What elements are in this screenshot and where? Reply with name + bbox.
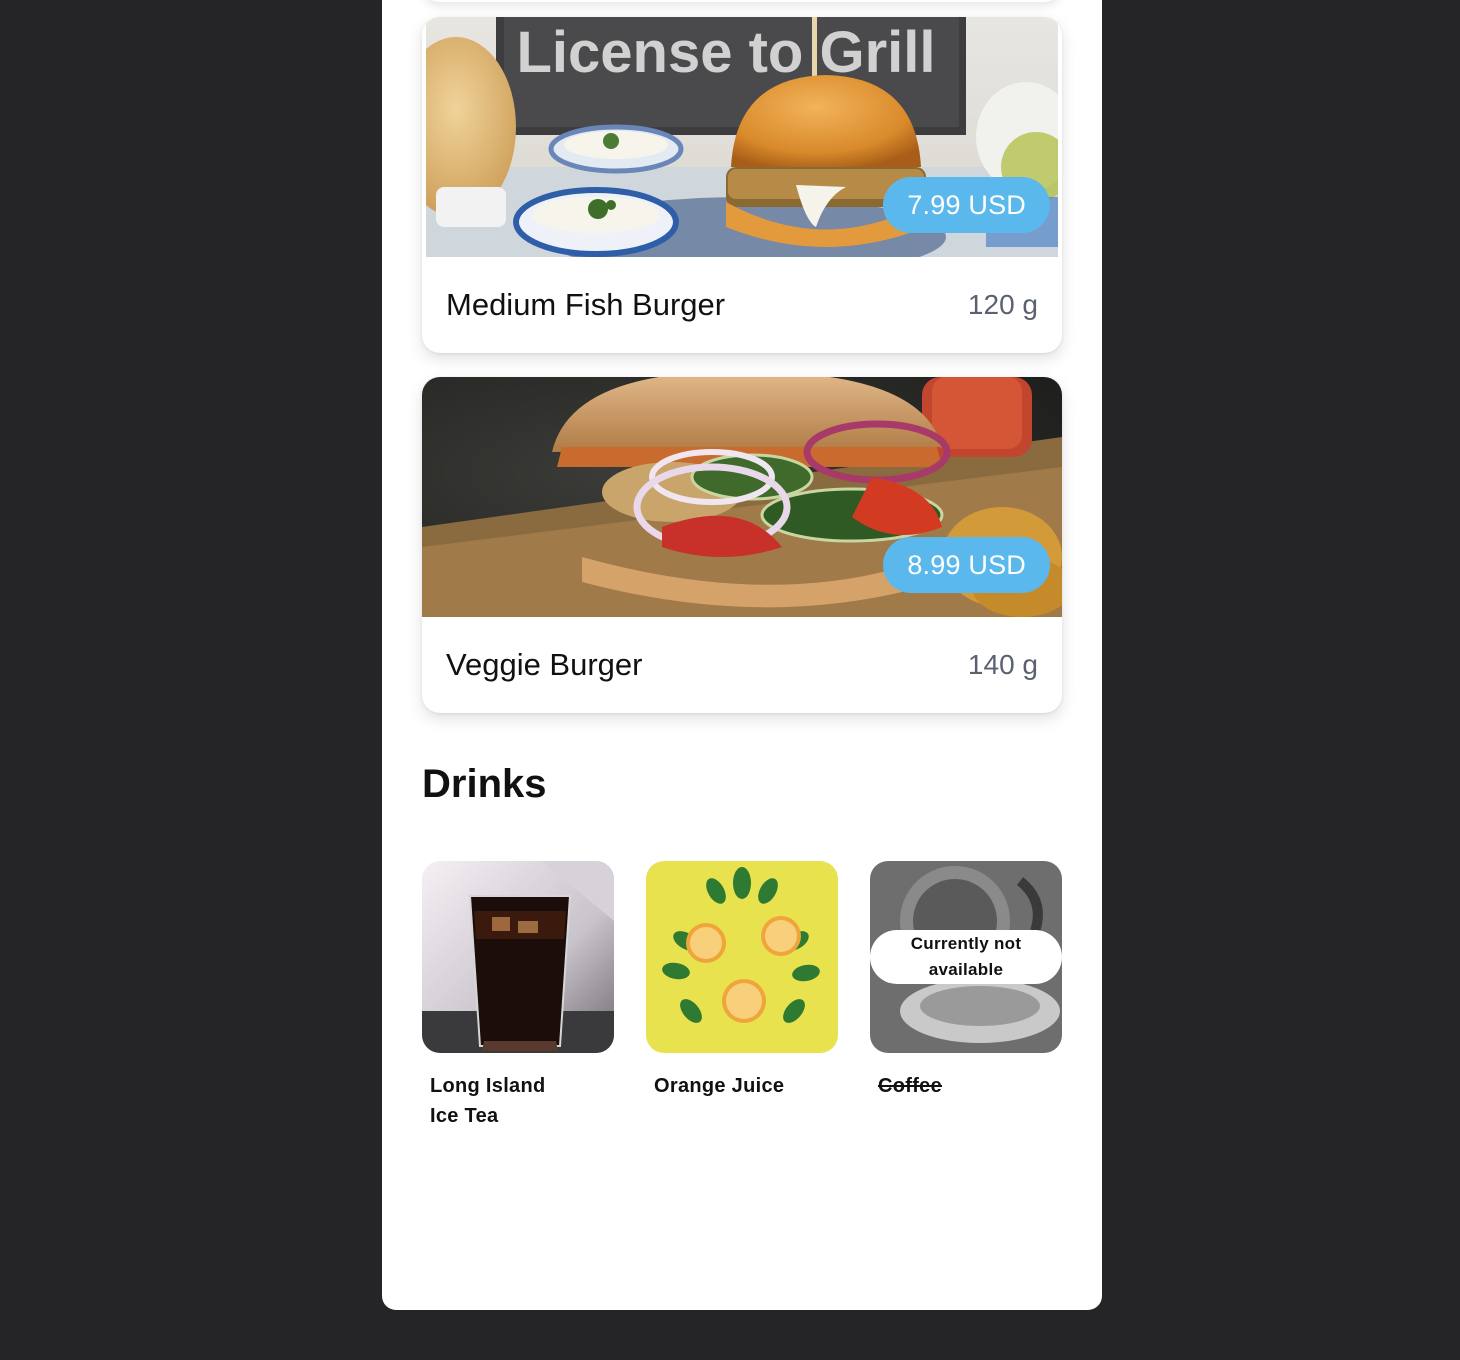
grill-sign-text: License to Grill [517, 20, 936, 85]
menu-item-weight: 140 g [967, 649, 1038, 680]
previous-card-edge [422, 0, 1062, 2]
drink-name: Coffee [878, 1075, 943, 1097]
menu-item-title: Veggie Burger [446, 647, 643, 682]
section-title-drinks: Drinks [422, 762, 547, 806]
drink-item-coffee[interactable]: Currently not available Coffee [870, 861, 1062, 1101]
price-badge: 8.99 USD [883, 537, 1050, 593]
drink-item-orange-juice[interactable]: Orange Juice [646, 861, 838, 1101]
menu-card-medium-fish-burger[interactable]: License to Grill 7.99 USD Medium Fish Bu… [422, 17, 1062, 353]
drink-name: Long Island Ice Tea [430, 1075, 546, 1127]
menu-screen: License to Grill 7.99 USD Medium Fish Bu… [382, 0, 1102, 1310]
price-badge: 7.99 USD [883, 177, 1050, 233]
menu-card-veggie-burger[interactable]: 8.99 USD Veggie Burger 140 g [422, 377, 1062, 713]
not-available-badge: Currently not available [870, 930, 1062, 984]
menu-item-title: Medium Fish Burger [446, 287, 726, 322]
menu-item-weight: 120 g [967, 289, 1038, 320]
orange-juice-photo [646, 861, 838, 1053]
fish-burger-photo: License to Grill 7.99 USD [426, 17, 1058, 257]
drinks-list: Long Island Ice Tea Orange Juice Current… [422, 861, 1062, 1161]
ice-tea-photo [422, 861, 614, 1053]
veggie-burger-photo: 8.99 USD [422, 377, 1062, 617]
coffee-photo: Currently not available [870, 861, 1062, 1053]
drink-name: Orange Juice [654, 1075, 785, 1097]
drink-item-long-island-ice-tea[interactable]: Long Island Ice Tea [422, 861, 614, 1131]
